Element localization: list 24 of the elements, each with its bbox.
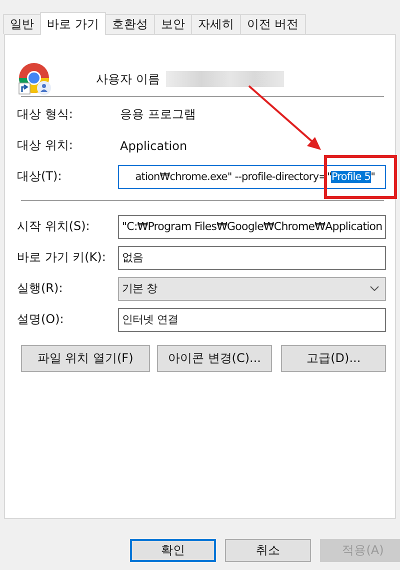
field-label: 대상 형식:	[16, 106, 74, 123]
tab[interactable]: 이전 버전	[240, 14, 306, 34]
action-button[interactable]: 고급(D)...	[281, 345, 386, 372]
field-label: 바로 가기 키(K):	[16, 249, 107, 266]
input-field[interactable]: 인터넷 연결	[118, 308, 386, 332]
dropdown[interactable]: 기본 창	[118, 276, 386, 300]
tab[interactable]: 일반	[3, 14, 41, 34]
field-label: 시작 위치(S):	[16, 218, 91, 235]
field-value: Application	[119, 138, 188, 152]
input-field[interactable]: "C:₩Program Files₩Google₩Chrome₩Application	[118, 214, 386, 238]
tab[interactable]: 바로 가기	[40, 12, 106, 35]
field-label: 실행(R):	[16, 280, 64, 297]
action-button[interactable]: 파일 위치 열기(F)	[21, 345, 150, 372]
dialog-button[interactable]: 확인	[130, 539, 216, 562]
input-field[interactable]: 없음	[118, 246, 386, 270]
selected-text: Profile 5	[331, 170, 371, 182]
chevron-down-icon	[370, 286, 379, 291]
field-value: 응용 프로그램	[119, 106, 196, 123]
field-label: 대상 위치:	[16, 137, 74, 154]
field-label: 설명(O):	[16, 311, 65, 328]
action-button[interactable]: 아이콘 변경(C)...	[156, 345, 272, 372]
field-label: 대상(T):	[16, 168, 63, 185]
user-name-label: 사용자 이름	[96, 70, 160, 88]
dialog-button[interactable]: 취소	[225, 539, 311, 562]
